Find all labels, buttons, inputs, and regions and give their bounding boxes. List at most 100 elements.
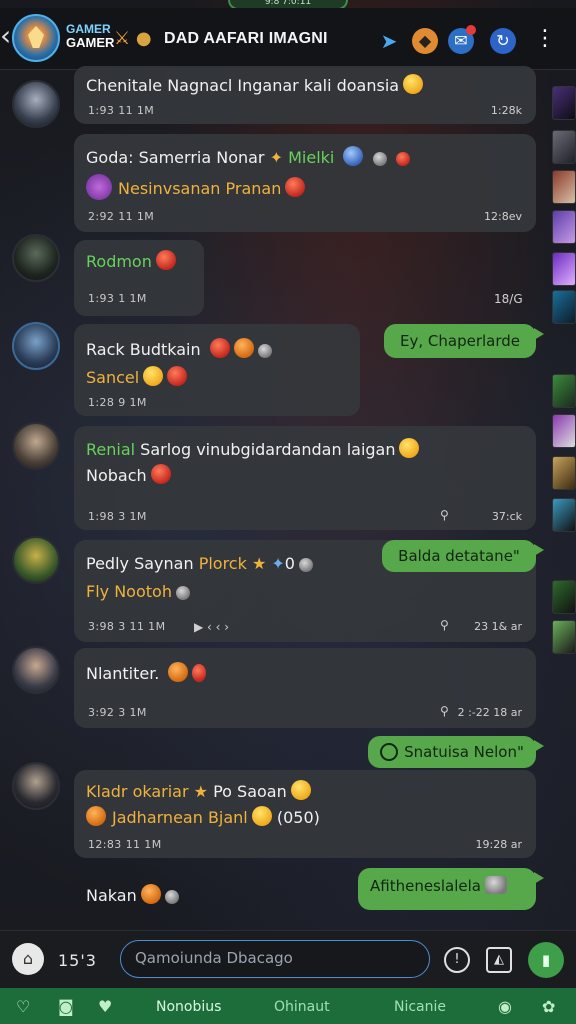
message-text: Goda: Samerria Nonar ✦ Mielki <box>86 146 410 167</box>
message-text-line: Nakan <box>86 886 137 905</box>
message-text-line: (050) <box>276 808 320 827</box>
media-thumb[interactable] <box>552 130 576 164</box>
media-thumb[interactable] <box>552 498 576 532</box>
clock-icon <box>164 890 179 904</box>
reply-text: Snatuisa Nelon" <box>404 743 524 761</box>
media-thumb[interactable] <box>552 414 576 448</box>
lock-icon[interactable]: ⌂ <box>12 943 44 975</box>
message-input[interactable]: Qamoiunda Dbacago <box>120 940 430 978</box>
game-icon[interactable]: ◆ <box>412 28 438 54</box>
media-thumb[interactable] <box>552 456 576 490</box>
message-text-line: Nlantiter. <box>86 664 160 683</box>
skull-emoji-icon <box>233 338 254 358</box>
avatar[interactable] <box>12 536 60 584</box>
pin-icon: ⚲ <box>440 508 449 522</box>
message-text-line: Po Saoan <box>213 782 287 801</box>
message-text: Pedly Saynan Plorck ★ ✦0 <box>86 554 313 573</box>
message-bubble[interactable]: Nlantiter. 3:92 3 1M ⚲ 2 :-22 18 ar <box>74 648 536 728</box>
media-thumb[interactable] <box>552 290 576 324</box>
message-text-line: Rodmon <box>86 252 152 271</box>
message-bubble[interactable]: Renial Sarlog vinubgidardandan laigan No… <box>74 426 536 530</box>
nav-item-label[interactable]: Ohinaut <box>274 999 330 1015</box>
nav-item-label[interactable]: Nonobius <box>156 999 221 1015</box>
message-bubble[interactable]: Chenitale Nagnacl Inganar kali doansia 1… <box>74 66 536 124</box>
media-thumb[interactable] <box>552 620 576 654</box>
sticker-icon[interactable]: ◭ <box>486 947 512 973</box>
message-meta: 12:8ev <box>484 210 522 223</box>
message-bubble[interactable]: Nakan <box>74 872 204 918</box>
message-text: Kladr okariar ★ Po Saoan <box>86 780 311 801</box>
message-text: Rack Budtkain <box>86 338 272 359</box>
message-time: 1:93 11 1M <box>88 104 155 117</box>
pin-icon: ⚲ <box>440 704 449 718</box>
message-time: 1:93 1 1M <box>88 292 147 305</box>
avatar[interactable] <box>12 322 60 370</box>
message-time: 3:98 3 11 1M <box>88 620 166 633</box>
play-icon: ▶ ‹ ‹ › <box>194 620 230 634</box>
laugh-emoji-icon <box>399 438 420 458</box>
sender-name: Pedly Saynan <box>86 554 194 573</box>
smile-emoji-icon <box>140 884 161 904</box>
star-icon: ★ <box>193 782 208 801</box>
pin-icon: ⚲ <box>440 618 449 632</box>
chat-title[interactable]: DAD AAFARI IMAGNI <box>164 30 328 48</box>
reply-bubble[interactable]: Balda detatane" <box>382 540 544 572</box>
reply-bubble[interactable]: Afitheneslalela <box>358 868 544 910</box>
shield-icon[interactable]: ♥ <box>98 997 112 1016</box>
message-text-line: Nesinvsanan Pranan <box>118 179 282 198</box>
media-thumb[interactable] <box>552 374 576 408</box>
heart-icon[interactable]: ♡ <box>16 997 30 1016</box>
camera-icon[interactable]: ◙ <box>58 997 74 1016</box>
info-icon[interactable]: ! <box>444 947 470 973</box>
avatar[interactable] <box>12 762 60 810</box>
media-thumb[interactable] <box>552 210 576 244</box>
reply-icon <box>380 743 399 761</box>
media-thumb[interactable] <box>552 580 576 614</box>
mic-icon[interactable]: ▮ <box>528 942 564 978</box>
title-icons: ⚔ ● <box>114 28 152 49</box>
message-bubble[interactable]: Rodmon 1:93 1 1M <box>74 240 204 316</box>
message-text: Nesinvsanan Pranan <box>86 174 306 200</box>
reply-bubble[interactable]: Snatuisa Nelon" <box>368 736 544 768</box>
sender-name: Kladr okariar <box>86 782 189 801</box>
message-text-line: Jadharnean Bjanl <box>112 808 248 827</box>
message-time: 1:98 3 1M <box>88 510 147 523</box>
message-text-line: Sarlog vinubgidardandan laigan <box>140 440 396 459</box>
media-thumb[interactable] <box>552 86 576 120</box>
avatar[interactable] <box>12 234 60 282</box>
message-bubble[interactable]: Goda: Samerria Nonar ✦ Mielki Nesinvsana… <box>74 134 536 232</box>
nav-item-label[interactable]: Nicanie <box>394 999 446 1015</box>
message-text: Sancel <box>86 366 188 387</box>
message-bubble[interactable]: Rack Budtkain Sancel 1:28 9 1M <box>74 324 360 416</box>
message-text: Rodmon <box>86 250 176 271</box>
pin-icon[interactable]: ➤ <box>376 28 402 54</box>
shield-emoji-icon <box>285 177 306 197</box>
chat-icon[interactable]: ◉ <box>498 997 512 1016</box>
reply-bubble[interactable]: Ey, Chaperlarde <box>384 324 544 358</box>
reply-text: Afitheneslalela <box>370 877 481 895</box>
avatar[interactable] <box>12 646 60 694</box>
avatar[interactable] <box>12 80 60 128</box>
sync-icon[interactable]: ↻ <box>490 28 516 54</box>
message-text-line: Nobach <box>86 466 147 485</box>
message-meta: 1:28k <box>490 104 522 117</box>
badge-icon <box>343 146 364 166</box>
message-text-line: Goda: Samerria Nonar <box>86 148 265 167</box>
media-thumb[interactable] <box>552 170 576 204</box>
message-text-line: Rack Budtkain <box>86 340 201 359</box>
media-thumb[interactable] <box>552 252 576 286</box>
group-avatar[interactable] <box>12 14 60 62</box>
brand-line1: GAMER <box>66 22 111 36</box>
chat-icon[interactable]: ✉ <box>448 25 476 54</box>
message-bubble[interactable]: Kladr okariar ★ Po Saoan Jadharnean Bjan… <box>74 770 536 858</box>
notification-badge <box>466 25 476 35</box>
composer: ⌂ 15'3 Qamoiunda Dbacago ! ◭ ▮ <box>0 930 576 988</box>
message-text: Renial Sarlog vinubgidardandan laigan <box>86 438 420 459</box>
avatar[interactable] <box>12 422 60 470</box>
more-icon[interactable]: ⋮ <box>534 28 556 54</box>
clock-icon <box>372 152 387 166</box>
brand-line2: GAMER <box>66 35 115 50</box>
settings-icon[interactable]: ✿ <box>542 997 555 1016</box>
message-time: 12:83 11 1M <box>88 838 162 851</box>
message-meta: 19:28 ar <box>475 838 522 851</box>
